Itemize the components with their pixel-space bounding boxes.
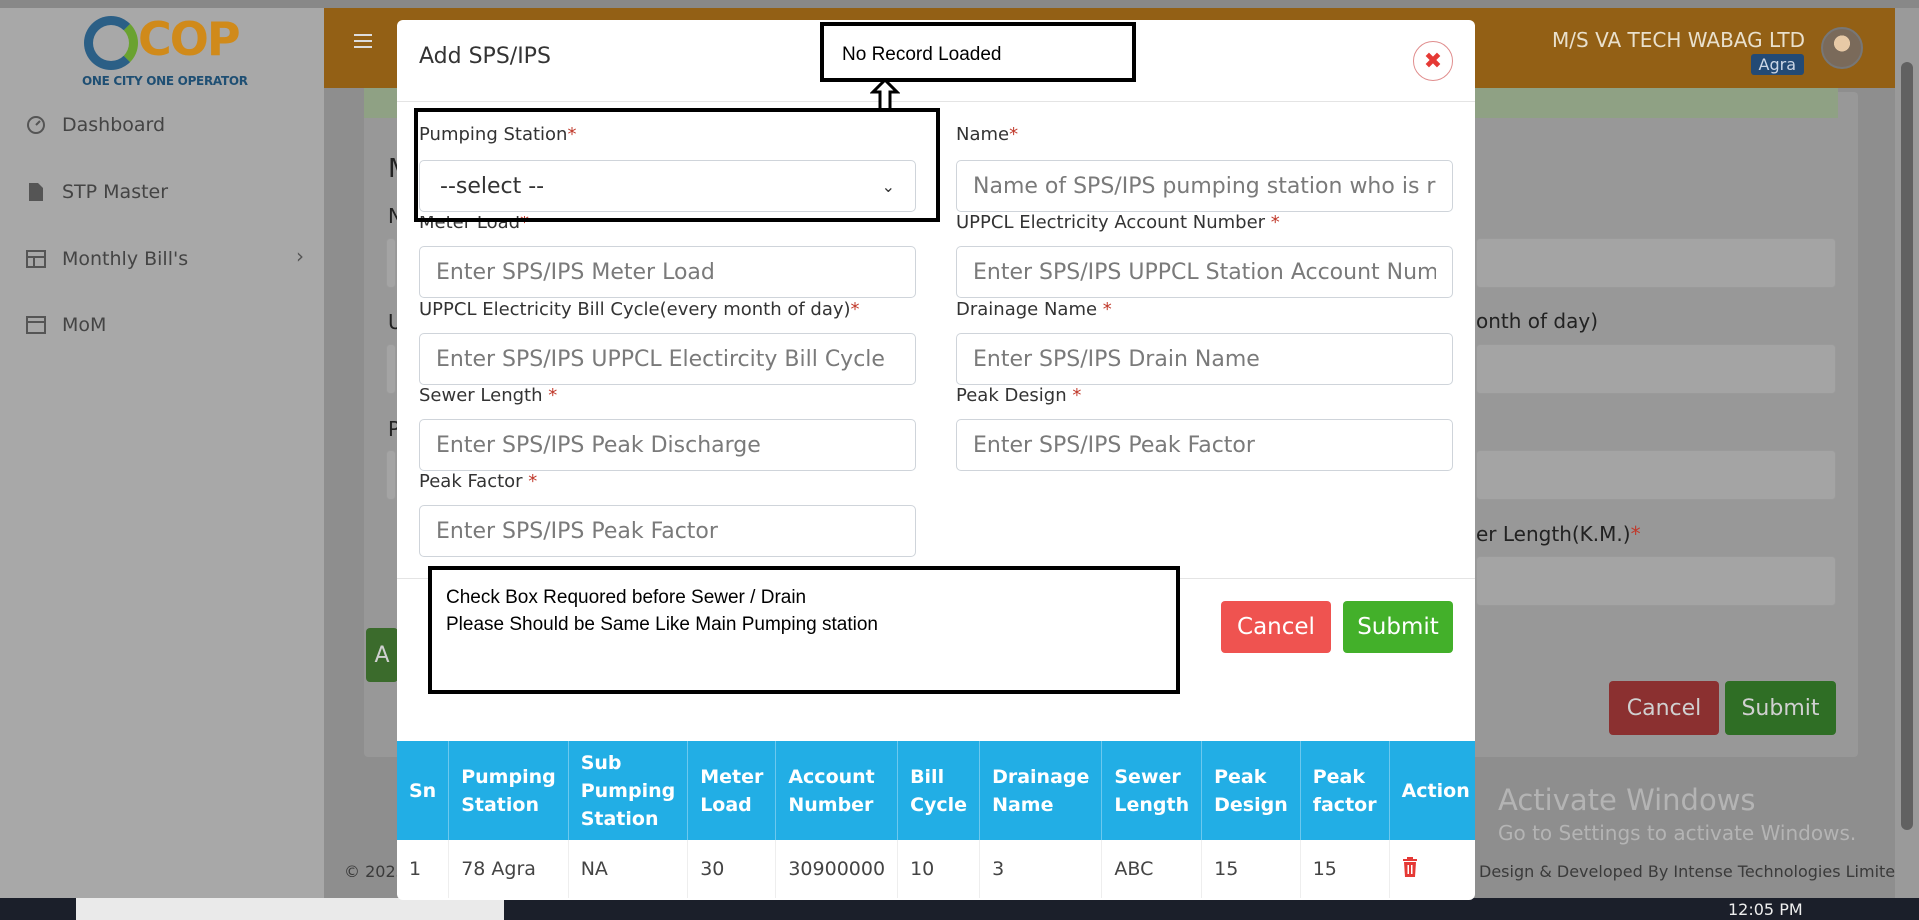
sewer-length-input[interactable]	[419, 419, 916, 471]
calendar-icon	[26, 315, 46, 335]
submit-button[interactable]: Submit	[1343, 601, 1453, 653]
table-header: Action	[1389, 741, 1475, 840]
footer-credit: Design & Developed By Intense Technologi…	[1479, 862, 1906, 881]
sidebar: COP ONE CITY ONE OPERATOR Dashboard STP …	[0, 8, 324, 920]
modal-title: Add SPS/IPS	[419, 44, 551, 69]
annotation-text: No Record Loaded	[842, 44, 1002, 65]
logo-text: COP	[138, 12, 241, 66]
bg-label-bill-cycle: onth of day)	[1476, 309, 1599, 333]
watermark-line2: Go to Settings to activate Windows.	[1498, 821, 1857, 845]
table-header: Peak Design	[1201, 741, 1301, 840]
peak-design-input[interactable]	[956, 419, 1453, 471]
bg-input	[1476, 556, 1836, 606]
table-cell: ABC	[1101, 840, 1203, 898]
table-cell: 10	[897, 840, 981, 898]
annotation-no-record: No Record Loaded	[820, 22, 1136, 82]
arrow-up-icon	[870, 78, 900, 112]
account-number-input[interactable]	[956, 246, 1453, 298]
logo-ring-icon	[84, 16, 138, 70]
document-icon	[26, 182, 46, 202]
region-badge: Agra	[1750, 54, 1804, 75]
table-cell: 15	[1201, 840, 1301, 898]
menu-icon[interactable]	[354, 34, 372, 48]
bg-label-sewer-length: er Length(K.M.)*	[1476, 522, 1641, 546]
peak-factor-label: Peak Factor *	[419, 471, 538, 492]
table-cell: 1	[397, 840, 450, 898]
delete-button[interactable]	[1389, 840, 1475, 898]
table-header: Sn	[397, 741, 450, 840]
close-button[interactable]: ✖	[1413, 41, 1453, 81]
account-number-label: UPPCL Electricity Account Number *	[956, 212, 1280, 233]
sidebar-item-label: Monthly Bill's	[62, 248, 189, 270]
sidebar-item-label: MoM	[62, 314, 107, 336]
table-header: Account Number	[775, 741, 899, 840]
bg-input	[1476, 450, 1836, 500]
bg-submit-button: Submit	[1725, 681, 1836, 735]
table-cell: 78 Agra	[448, 840, 569, 898]
annotation-text: Please Should be Same Like Main Pumping …	[446, 614, 878, 635]
table-header: Sewer Length	[1101, 741, 1203, 840]
name-input[interactable]	[956, 160, 1453, 212]
table-header-row: Sn Pumping Station Sub Pumping Station M…	[397, 741, 1475, 840]
table-cell: 30900000	[775, 840, 899, 898]
peak-design-label: Peak Design *	[956, 385, 1082, 406]
bill-cycle-input[interactable]	[419, 333, 916, 385]
sidebar-item-label: Dashboard	[62, 114, 166, 136]
trash-icon	[1402, 856, 1418, 882]
bg-cancel-button: Cancel	[1609, 681, 1719, 735]
sidebar-item-monthly-bills[interactable]: Monthly Bill's	[26, 244, 188, 274]
chevron-right-icon[interactable]: ›	[296, 244, 304, 268]
bg-input	[386, 344, 396, 394]
table-header: Sub Pumping Station	[568, 741, 689, 840]
annotation-highlight-pumping-station	[414, 108, 940, 222]
bg-input	[386, 238, 396, 288]
annotation-text: Check Box Requored before Sewer / Drain	[446, 587, 807, 608]
bill-cycle-label: UPPCL Electricity Bill Cycle(every month…	[419, 299, 860, 320]
peak-factor-input[interactable]	[419, 505, 916, 557]
table-header: Bill Cycle	[897, 741, 981, 840]
name-label: Name*	[956, 124, 1019, 145]
scrollbar-thumb[interactable]	[1901, 62, 1913, 830]
dashboard-icon	[26, 115, 46, 135]
sidebar-item-label: STP Master	[62, 181, 169, 203]
drainage-name-input[interactable]	[956, 333, 1453, 385]
table-header: Meter Load	[687, 741, 777, 840]
table-header: Pumping Station	[448, 741, 569, 840]
app-logo[interactable]: COP ONE CITY ONE OPERATOR	[78, 12, 248, 92]
sewer-length-label: Sewer Length *	[419, 385, 558, 406]
bg-input	[1476, 238, 1836, 288]
avatar[interactable]	[1821, 27, 1863, 69]
drainage-name-label: Drainage Name *	[956, 299, 1112, 320]
bg-add-button: A	[366, 628, 398, 682]
sidebar-item-mom[interactable]: MoM	[26, 310, 106, 340]
logo-tagline: ONE CITY ONE OPERATOR	[82, 74, 248, 88]
table-row: 1 78 Agra NA 30 30900000 10 3 ABC 15 15	[397, 840, 1475, 898]
sidebar-item-stp-master[interactable]: STP Master	[26, 177, 168, 207]
table-header: Drainage Name	[979, 741, 1103, 840]
windows-watermark: Activate Windows Go to Settings to activ…	[1498, 783, 1856, 845]
table-icon	[26, 249, 46, 269]
sidebar-item-dashboard[interactable]: Dashboard	[26, 110, 165, 140]
close-icon: ✖	[1423, 48, 1443, 74]
cancel-button[interactable]: Cancel	[1221, 601, 1331, 653]
taskbar-clock: 12:05 PM	[1728, 900, 1803, 919]
table-cell: 15	[1300, 840, 1390, 898]
scrollbar[interactable]	[1895, 8, 1919, 920]
taskbar-search[interactable]	[76, 898, 504, 920]
table-cell: NA	[568, 840, 689, 898]
table-cell: 3	[979, 840, 1103, 898]
company-name: M/S VA TECH WABAG LTD	[1552, 28, 1805, 52]
bg-input	[1476, 344, 1836, 394]
bg-input	[386, 450, 396, 500]
watermark-line1: Activate Windows	[1498, 783, 1756, 817]
meter-load-input[interactable]	[419, 246, 916, 298]
table-cell: 30	[687, 840, 777, 898]
table-header: Peak factor	[1300, 741, 1390, 840]
sps-table: Sn Pumping Station Sub Pumping Station M…	[397, 741, 1475, 898]
annotation-checkbox-note: Check Box Requored before Sewer / Drain …	[428, 566, 1180, 694]
